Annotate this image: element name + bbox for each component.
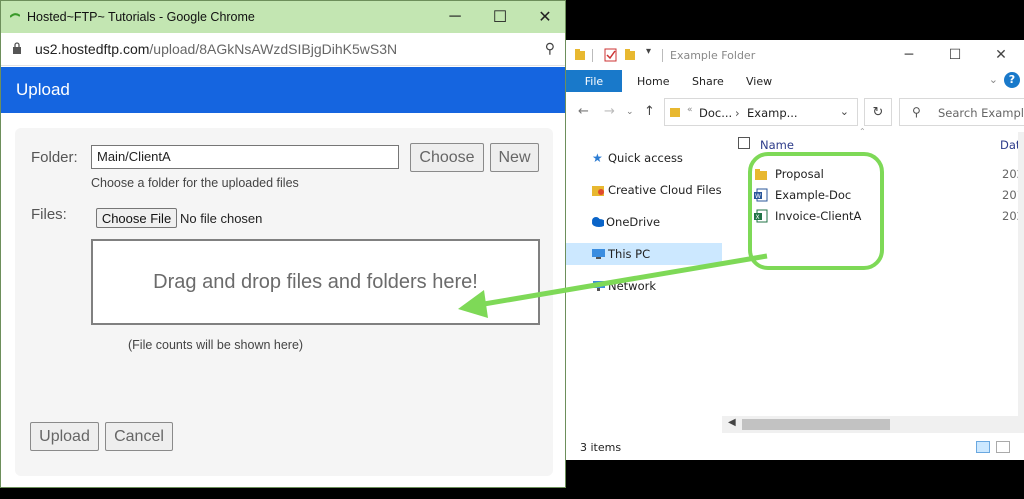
annotation-overlay bbox=[458, 152, 884, 318]
highlight-box bbox=[748, 152, 884, 270]
drag-arrow-head bbox=[458, 290, 488, 318]
drag-arrow-line bbox=[477, 253, 768, 308]
